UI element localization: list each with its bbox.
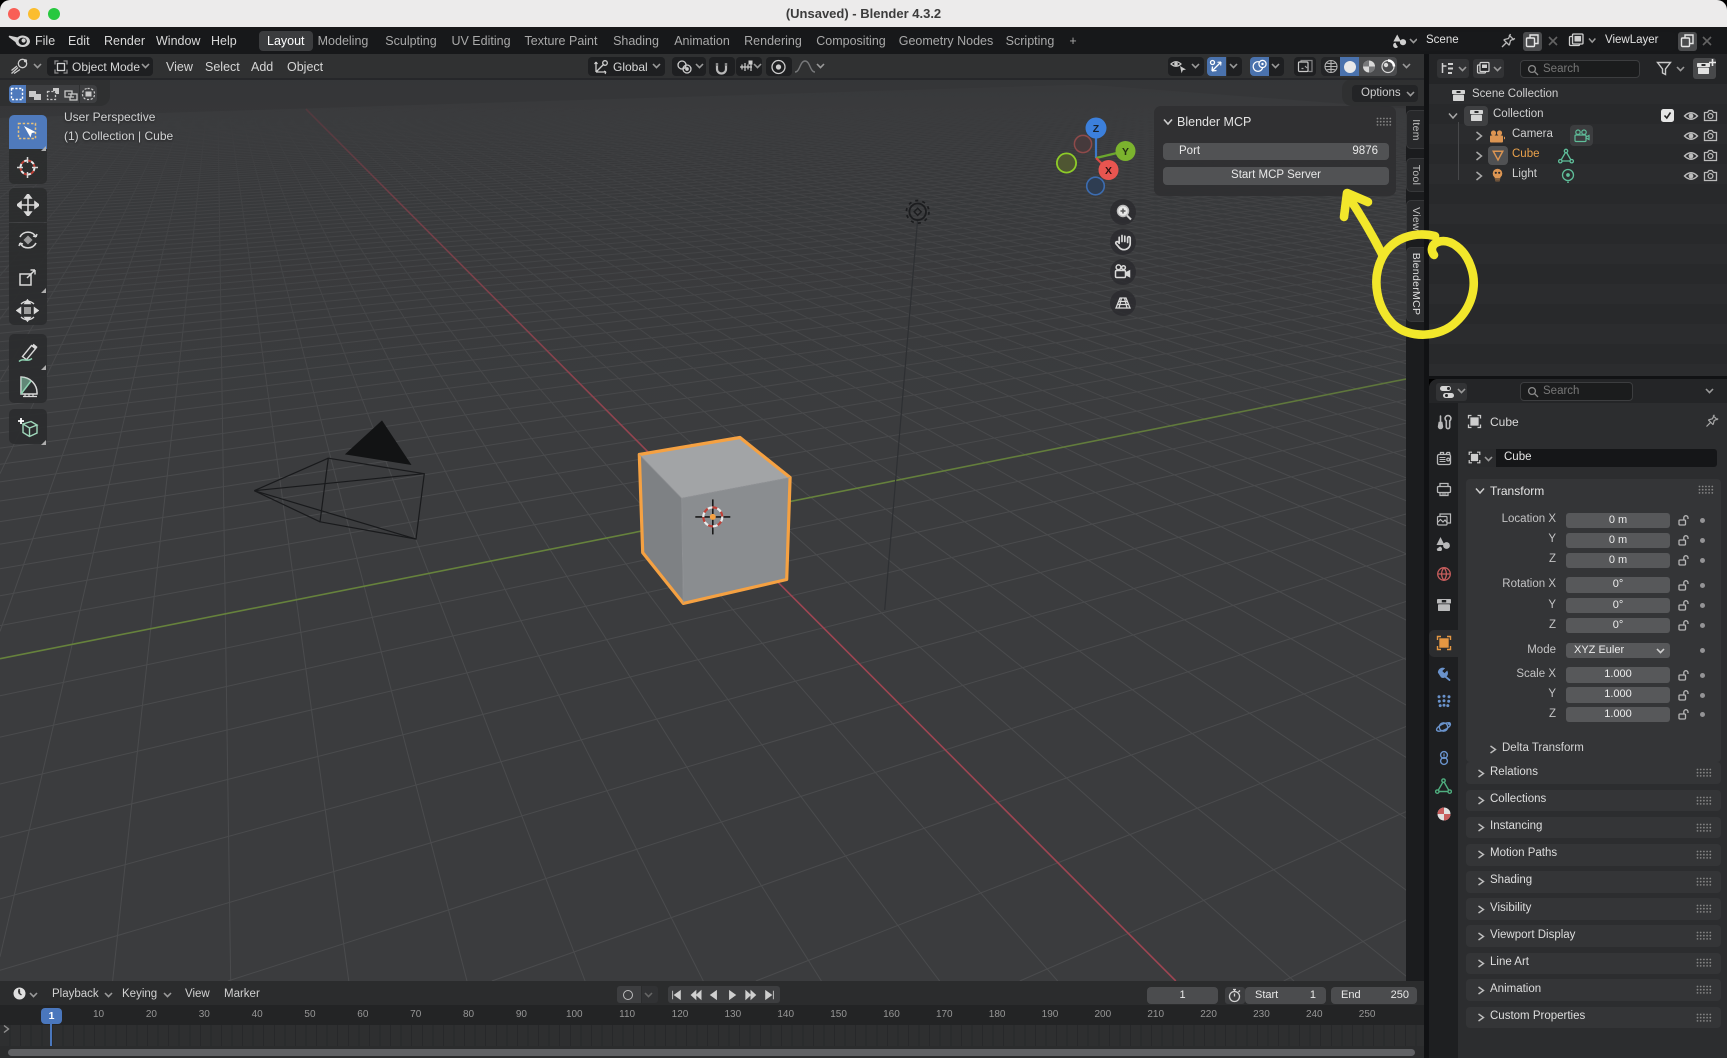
svg-text:Z: Z xyxy=(1093,123,1100,135)
svg-text:X: X xyxy=(1105,165,1112,177)
svg-text:Y: Y xyxy=(1122,146,1129,158)
